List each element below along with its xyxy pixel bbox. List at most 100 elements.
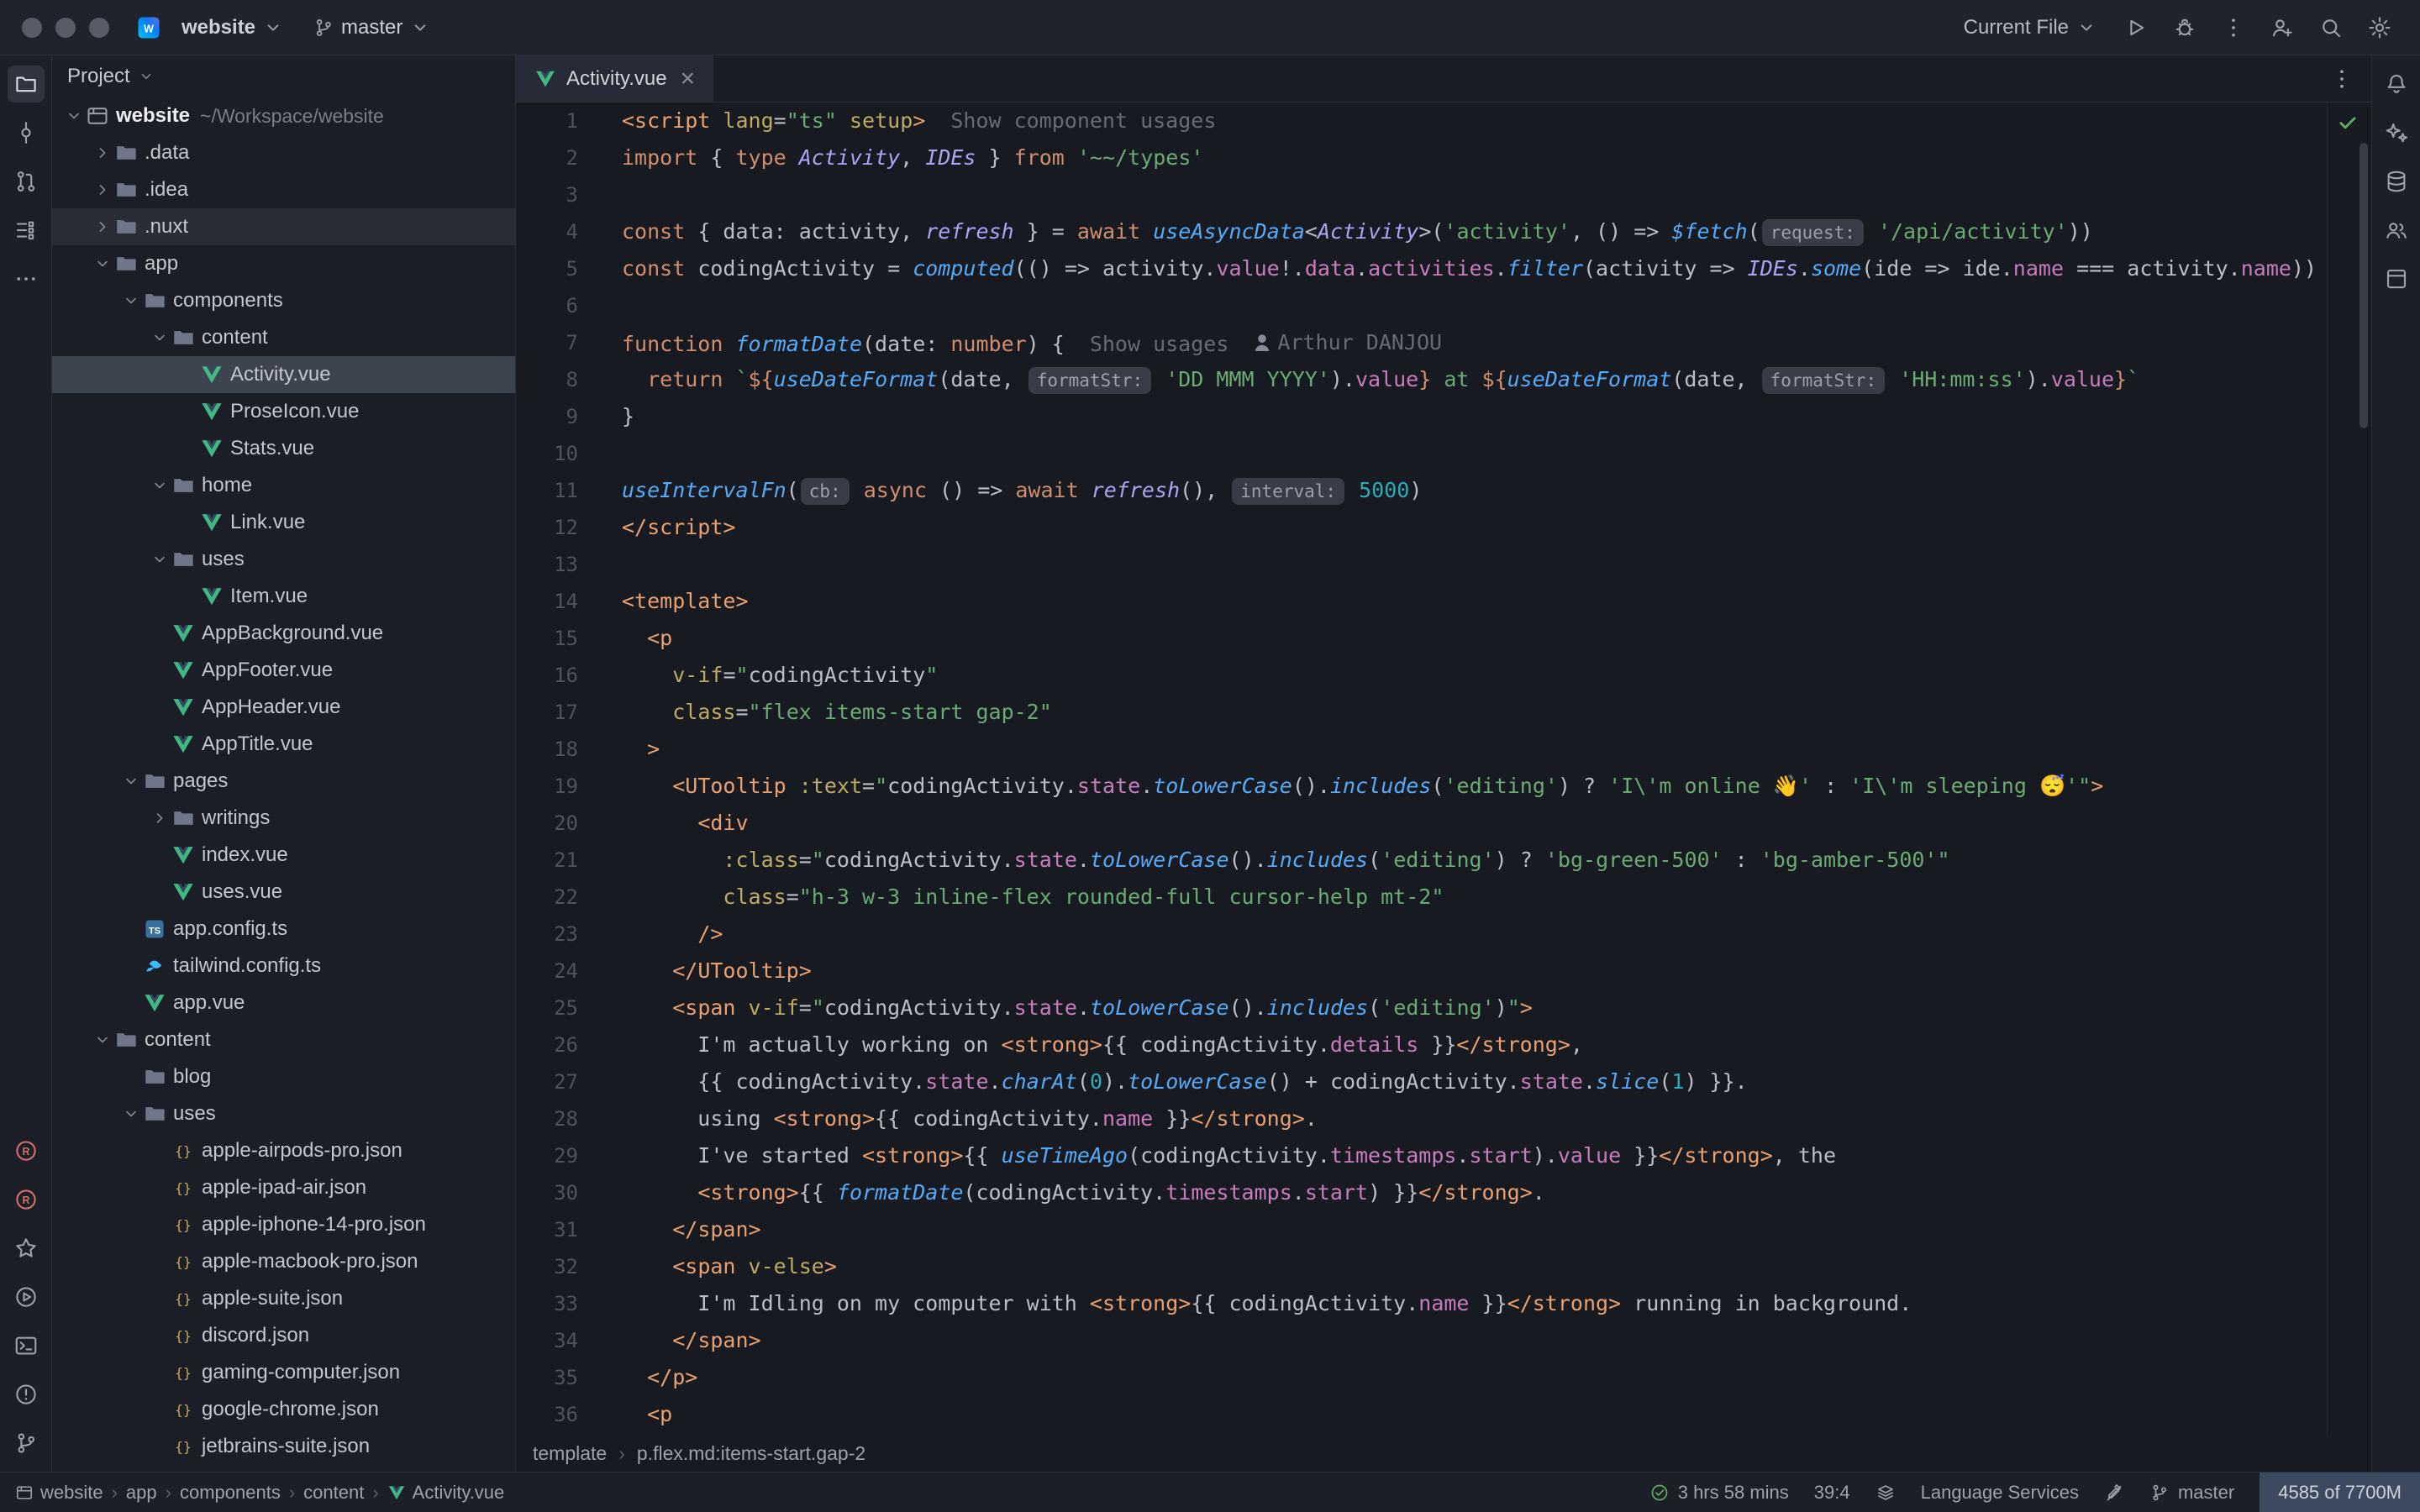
tree-item-proseicon.vue[interactable]: ProseIcon.vue — [52, 393, 515, 430]
plugin-r-button-1[interactable]: R — [8, 1132, 45, 1169]
code-line[interactable]: <UTooltip :text="codingActivity.state.to… — [622, 768, 2371, 805]
line-number[interactable]: 20 — [516, 805, 603, 842]
breadcrumb-item[interactable]: template — [533, 1442, 607, 1465]
tree-item-stats.vue[interactable]: Stats.vue — [52, 430, 515, 467]
close-tab-icon[interactable]: × — [681, 66, 696, 92]
code-line[interactable]: <script lang="ts" setup>Show component u… — [622, 102, 2371, 139]
tree-item-app.vue[interactable]: app.vue — [52, 984, 515, 1021]
code-line[interactable] — [622, 546, 2371, 583]
project-selector[interactable]: website — [173, 9, 292, 46]
tab-options-button[interactable] — [2312, 55, 2371, 102]
code-line[interactable]: </span> — [622, 1322, 2371, 1359]
tree-item-pages[interactable]: pages — [52, 763, 515, 800]
plugin-r-button-2[interactable]: R — [8, 1181, 45, 1218]
tree-item-gaming-computer.json[interactable]: {}gaming-computer.json — [52, 1354, 515, 1391]
tree-item-apple-airpods-pro.json[interactable]: {}apple-airpods-pro.json — [52, 1132, 515, 1169]
more-actions-button[interactable] — [2215, 9, 2252, 46]
tree-item-blog[interactable]: blog — [52, 1058, 515, 1095]
code-line[interactable]: const codingActivity = computed(() => ac… — [622, 250, 2371, 287]
zoom-window-button[interactable] — [89, 18, 109, 38]
line-number[interactable]: 19 — [516, 768, 603, 805]
terminal-tool-button[interactable] — [8, 1327, 45, 1364]
bookmarks-tool-button[interactable] — [8, 1230, 45, 1267]
code-line[interactable]: > — [622, 731, 2371, 768]
time-tracker-widget[interactable]: 3 hrs 58 mins — [1649, 1482, 1789, 1504]
tree-item-website[interactable]: website~/Workspace/website — [52, 97, 515, 134]
services-status-widget[interactable] — [1876, 1483, 1896, 1503]
code-line[interactable]: class="flex items-start gap-2" — [622, 694, 2371, 731]
line-number[interactable]: 36 — [516, 1396, 603, 1433]
tree-item-components[interactable]: components — [52, 282, 515, 319]
tree-item-.nuxt[interactable]: .nuxt — [52, 208, 515, 245]
tree-item-appheader.vue[interactable]: AppHeader.vue — [52, 689, 515, 726]
readonly-toggle[interactable] — [2104, 1483, 2124, 1503]
tree-item-content[interactable]: content — [52, 1021, 515, 1058]
more-tools-button[interactable] — [8, 260, 45, 297]
notifications-button[interactable] — [2378, 66, 2415, 102]
tree-item-index.vue[interactable]: index.vue — [52, 837, 515, 874]
line-number[interactable]: 4 — [516, 213, 603, 250]
tree-item-home[interactable]: home — [52, 467, 515, 504]
code-line[interactable]: </UTooltip> — [622, 953, 2371, 990]
branch-selector[interactable]: master — [304, 9, 439, 46]
structure-tool-button[interactable] — [8, 212, 45, 249]
code-line[interactable]: <span v-else> — [622, 1248, 2371, 1285]
tree-item-.idea[interactable]: .idea — [52, 171, 515, 208]
code-line[interactable] — [622, 435, 2371, 472]
code-line[interactable]: </script> — [622, 509, 2371, 546]
tree-item-item.vue[interactable]: Item.vue — [52, 578, 515, 615]
code-line[interactable]: <p — [622, 620, 2371, 657]
code-line[interactable]: </p> — [622, 1359, 2371, 1396]
code-line[interactable]: <strong>{{ formatDate(codingActivity.tim… — [622, 1174, 2371, 1211]
code-line[interactable]: class="h-3 w-3 inline-flex rounded-full … — [622, 879, 2371, 916]
line-number[interactable]: 6 — [516, 287, 603, 324]
code-line[interactable] — [622, 287, 2371, 324]
tree-item-apple-iphone-14-pro.json[interactable]: {}apple-iphone-14-pro.json — [52, 1206, 515, 1243]
code-line[interactable]: v-if="codingActivity" — [622, 657, 2371, 694]
line-number[interactable]: 23 — [516, 916, 603, 953]
line-number[interactable]: 22 — [516, 879, 603, 916]
tree-item-writings[interactable]: writings — [52, 800, 515, 837]
language-services-widget[interactable]: Language Services — [1921, 1482, 2079, 1504]
tab-activity-vue[interactable]: Activity.vue × — [516, 55, 713, 102]
git-branch-widget[interactable]: master — [2149, 1482, 2234, 1504]
search-everywhere-button[interactable] — [2312, 9, 2349, 46]
code-line[interactable]: return `${useDateFormat(date, formatStr:… — [622, 361, 2371, 398]
status-path-content[interactable]: content — [303, 1482, 364, 1504]
run-configuration-selector[interactable]: Current File — [1955, 9, 2106, 46]
close-window-button[interactable] — [22, 18, 42, 38]
pull-requests-tool-button[interactable] — [8, 163, 45, 200]
tree-item-apple-suite.json[interactable]: {}apple-suite.json — [52, 1280, 515, 1317]
code-line[interactable]: {{ codingActivity.state.charAt(0).toLowe… — [622, 1063, 2371, 1100]
tree-item-app[interactable]: app — [52, 245, 515, 282]
line-number[interactable]: 9 — [516, 398, 603, 435]
code-line[interactable]: /> — [622, 916, 2371, 953]
tree-item-tailwind.config.ts[interactable]: tailwind.config.ts — [52, 948, 515, 984]
line-number[interactable]: 16 — [516, 657, 603, 694]
tree-item-appfooter.vue[interactable]: AppFooter.vue — [52, 652, 515, 689]
line-number[interactable]: 2 — [516, 139, 603, 176]
line-number[interactable]: 12 — [516, 509, 603, 546]
breadcrumb-item[interactable]: p.flex.md:items-start.gap-2 — [637, 1442, 865, 1465]
settings-button[interactable] — [2361, 9, 2398, 46]
editor-scrollbar[interactable] — [2360, 143, 2370, 1435]
code-line[interactable]: const { data: activity, refresh } = awai… — [622, 213, 2371, 250]
line-number[interactable]: 27 — [516, 1063, 603, 1100]
tree-item-app.config.ts[interactable]: TSapp.config.ts — [52, 911, 515, 948]
tree-item-link.vue[interactable]: Link.vue — [52, 504, 515, 541]
tree-item-.data[interactable]: .data — [52, 134, 515, 171]
code-line[interactable]: :class="codingActivity.state.toLowerCase… — [622, 842, 2371, 879]
project-tool-button[interactable] — [8, 66, 45, 102]
scrollbar-thumb[interactable] — [2360, 143, 2368, 428]
tree-item-apptitle.vue[interactable]: AppTitle.vue — [52, 726, 515, 763]
line-number[interactable]: 34 — [516, 1322, 603, 1359]
tree-item-uses.vue[interactable]: uses.vue — [52, 874, 515, 911]
debug-button[interactable] — [2166, 9, 2203, 46]
line-number[interactable]: 29 — [516, 1137, 603, 1174]
status-path-components[interactable]: components — [180, 1482, 281, 1504]
code-line[interactable]: I've started <strong>{{ useTimeAgo(codin… — [622, 1137, 2371, 1174]
line-number[interactable]: 7 — [516, 324, 603, 361]
tree-item-google-chrome.json[interactable]: {}google-chrome.json — [52, 1391, 515, 1428]
database-tool-button[interactable] — [2378, 163, 2415, 200]
line-number[interactable]: 28 — [516, 1100, 603, 1137]
